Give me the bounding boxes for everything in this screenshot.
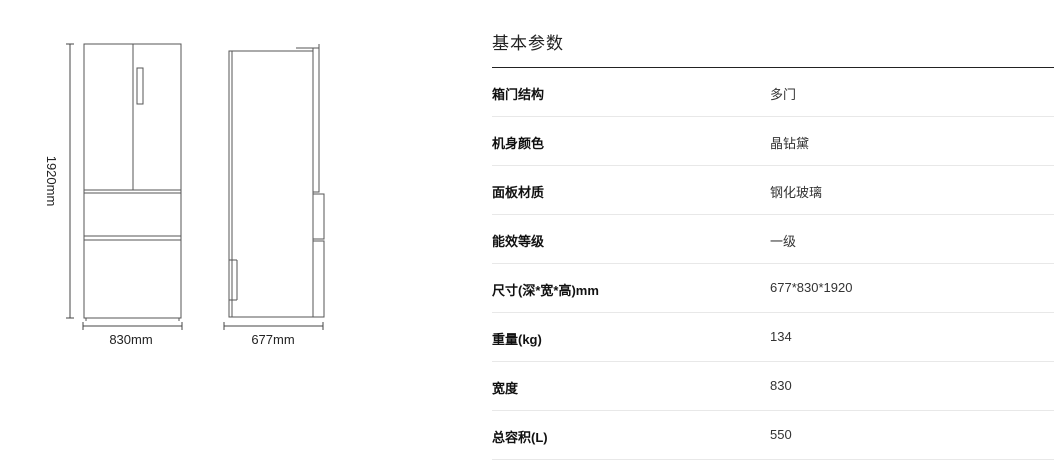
side-depth-label: 677mm <box>251 332 294 347</box>
spec-value: 830 <box>770 378 792 393</box>
spec-label: 宽度 <box>492 381 519 396</box>
height-dimension-line <box>66 43 74 319</box>
fridge-side-view <box>228 44 325 318</box>
fridge-front-view <box>83 43 182 321</box>
spec-row-color: 机身颜色 晶钻黛 <box>492 117 1054 166</box>
spec-value: 一级 <box>770 234 797 249</box>
spec-value: 550 <box>770 427 792 442</box>
spec-row-total-volume: 总容积(L) 550 <box>492 411 1054 460</box>
spec-label: 箱门结构 <box>492 87 545 102</box>
spec-value: 晶钻黛 <box>770 136 810 151</box>
spec-value: 多门 <box>770 87 797 102</box>
spec-value: 钢化玻璃 <box>770 185 823 200</box>
side-depth-dimension-line <box>223 322 324 330</box>
dimension-drawing: 1920mm 830mm 677mm <box>44 43 325 347</box>
spec-row-panel-material: 面板材质 钢化玻璃 <box>492 166 1054 215</box>
spec-row-door-structure: 箱门结构 多门 <box>492 68 1054 117</box>
spec-value: 677*830*1920 <box>770 280 853 295</box>
spec-label: 尺寸(深*宽*高)mm <box>492 283 599 298</box>
spec-label: 总容积(L) <box>492 430 548 445</box>
spec-value: 134 <box>770 329 792 344</box>
spec-label: 重量(kg) <box>492 332 542 347</box>
spec-row-weight: 重量(kg) 134 <box>492 313 1054 362</box>
spec-label: 面板材质 <box>492 185 545 200</box>
section-title: 基本参数 <box>492 34 564 53</box>
spec-row-width: 宽度 830 <box>492 362 1054 411</box>
front-width-dimension-line <box>82 322 183 330</box>
front-width-label: 830mm <box>109 332 152 347</box>
height-label: 1920mm <box>44 156 59 207</box>
spec-label: 能效等级 <box>492 234 545 249</box>
spec-row-dimensions: 尺寸(深*宽*高)mm 677*830*1920 <box>492 264 1054 313</box>
fridge-dimension-diagram: 1920mm 830mm 677mm <box>0 0 460 470</box>
spec-label: 机身颜色 <box>492 136 545 151</box>
spec-table: 箱门结构 多门 机身颜色 晶钻黛 面板材质 钢化玻璃 能效等级 一级 尺寸(深*… <box>492 68 1054 460</box>
spec-row-energy-class: 能效等级 一级 <box>492 215 1054 264</box>
